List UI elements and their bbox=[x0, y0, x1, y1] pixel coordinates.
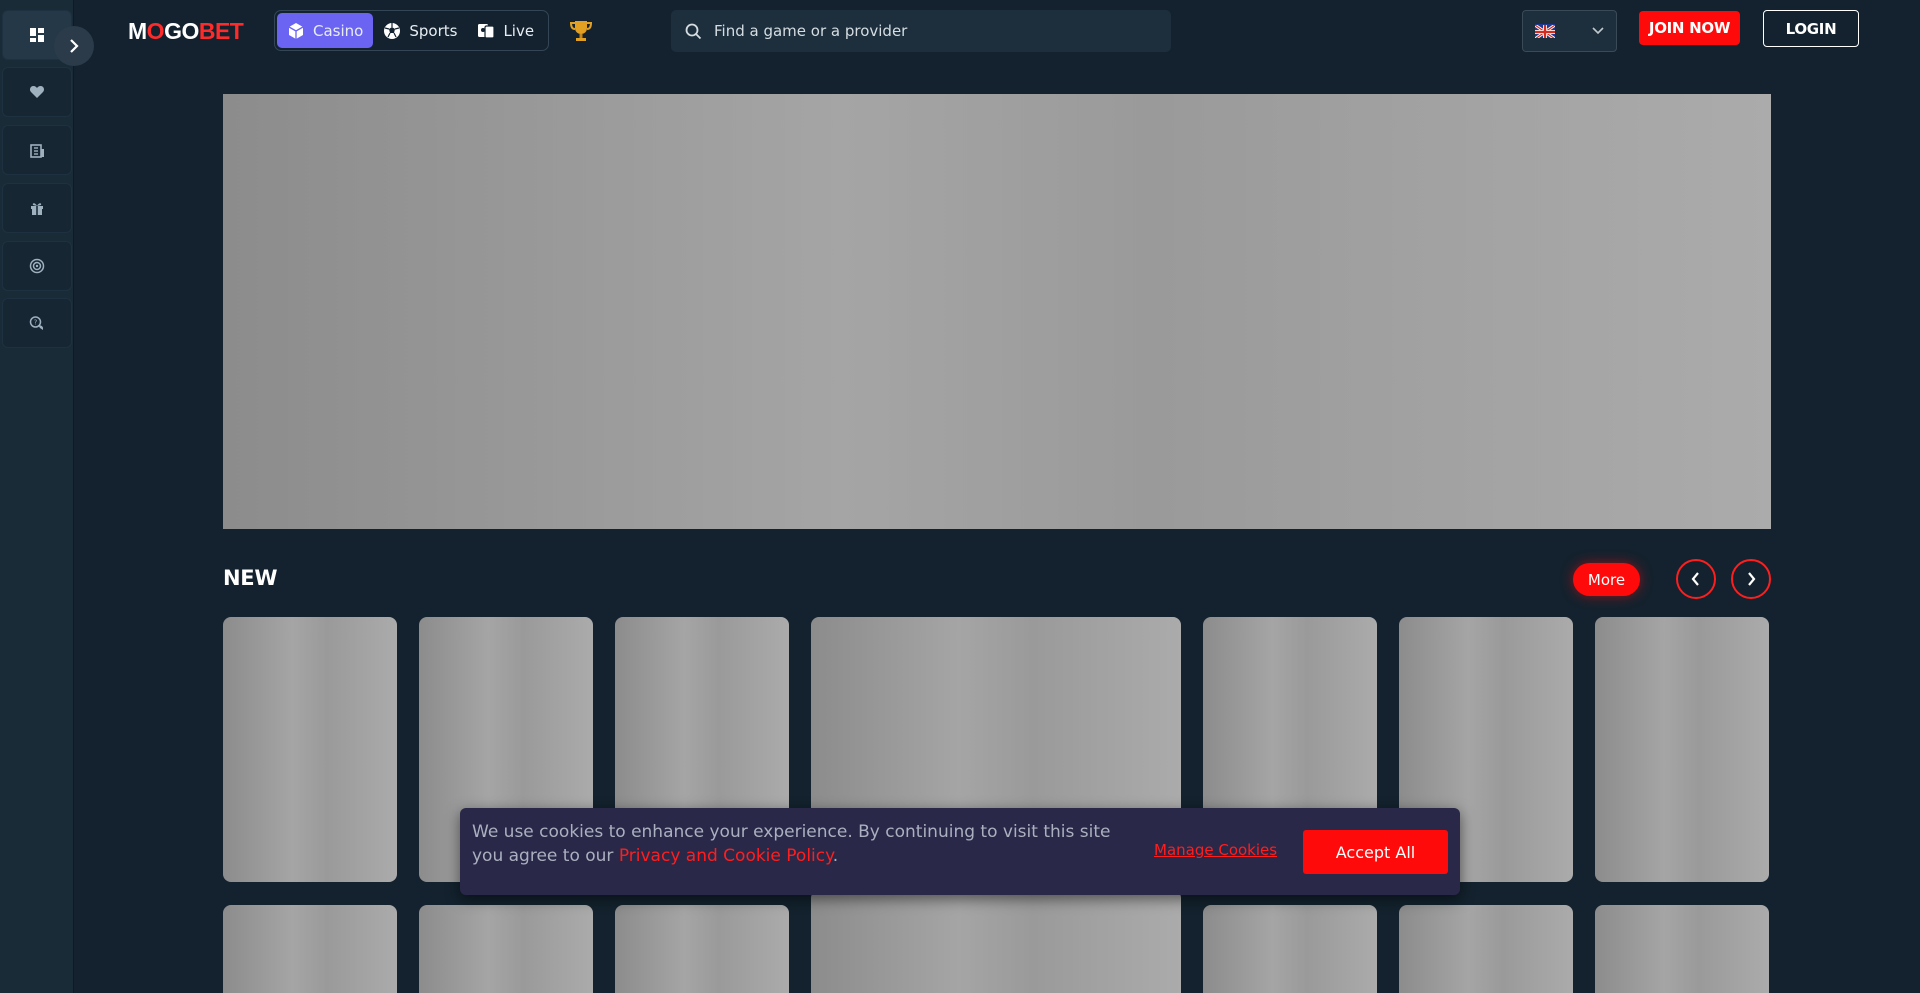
game-card[interactable] bbox=[1399, 905, 1573, 993]
dashboard-icon bbox=[30, 28, 44, 42]
cookie-message: We use cookies to enhance your experienc… bbox=[472, 820, 1132, 868]
sidebar-item-casino[interactable] bbox=[2, 125, 72, 175]
accept-all-button[interactable]: Accept All bbox=[1303, 830, 1448, 874]
privacy-policy-link[interactable]: Privacy and Cookie Policy bbox=[619, 846, 833, 866]
chevron-down-icon bbox=[1592, 27, 1604, 35]
sidebar-item-support[interactable]: ? bbox=[2, 298, 72, 348]
sidebar-item-favorites[interactable] bbox=[2, 67, 72, 117]
game-card[interactable] bbox=[1203, 905, 1377, 993]
cards-icon bbox=[478, 23, 496, 39]
sidebar-expand-button[interactable] bbox=[54, 26, 94, 66]
tab-sports[interactable]: Sports bbox=[373, 13, 467, 48]
section-title: NEW bbox=[223, 566, 278, 590]
carousel-prev-button[interactable] bbox=[1676, 559, 1716, 599]
game-card[interactable] bbox=[419, 905, 593, 993]
cookie-banner: We use cookies to enhance your experienc… bbox=[460, 808, 1460, 895]
tab-live-label: Live bbox=[503, 21, 535, 40]
uk-flag-icon bbox=[1535, 24, 1555, 38]
game-card[interactable] bbox=[811, 890, 1181, 993]
tab-casino-label: Casino bbox=[313, 21, 364, 40]
mode-tabs: Casino Sports Live bbox=[274, 10, 549, 51]
logo-part: BET bbox=[198, 17, 244, 44]
cookie-text-end: . bbox=[832, 846, 839, 866]
game-card[interactable] bbox=[1595, 905, 1769, 993]
login-button[interactable]: LOGIN bbox=[1763, 10, 1859, 47]
sidebar-item-promotions[interactable] bbox=[2, 183, 72, 233]
trophy-icon bbox=[569, 21, 593, 41]
game-card[interactable] bbox=[223, 617, 397, 882]
language-selector[interactable] bbox=[1522, 10, 1617, 52]
carousel-next-button[interactable] bbox=[1731, 559, 1771, 599]
sidebar: ? bbox=[0, 0, 74, 993]
tab-sports-label: Sports bbox=[409, 21, 458, 40]
tournaments-button[interactable] bbox=[568, 18, 594, 44]
soccer-ball-icon bbox=[384, 22, 401, 39]
logo-part: M bbox=[128, 17, 147, 44]
target-icon bbox=[29, 258, 45, 274]
chevron-right-icon bbox=[70, 39, 79, 53]
join-now-button[interactable]: JOIN NOW bbox=[1639, 11, 1740, 45]
more-button[interactable]: More bbox=[1573, 563, 1640, 596]
game-card[interactable] bbox=[1595, 617, 1769, 882]
game-card[interactable] bbox=[223, 905, 397, 993]
chevron-right-icon bbox=[1748, 572, 1756, 586]
gift-icon bbox=[31, 203, 43, 215]
cube-icon bbox=[288, 22, 304, 39]
game-card[interactable] bbox=[615, 905, 789, 993]
search-input[interactable] bbox=[714, 22, 1134, 40]
hero-banner-placeholder[interactable] bbox=[223, 94, 1771, 529]
building-icon bbox=[30, 144, 44, 158]
search-bar[interactable] bbox=[671, 10, 1171, 52]
logo-part: GO bbox=[164, 17, 199, 44]
logo-part: O bbox=[146, 17, 165, 44]
search-icon bbox=[685, 23, 702, 39]
svg-text:?: ? bbox=[34, 319, 38, 327]
manage-cookies-link[interactable]: Manage Cookies bbox=[1154, 841, 1277, 859]
chat-icon: ? bbox=[29, 316, 43, 330]
sidebar-item-tournaments[interactable] bbox=[2, 241, 72, 291]
tab-live[interactable]: Live bbox=[467, 13, 544, 48]
brand-logo[interactable]: M O GO BET bbox=[128, 17, 244, 44]
chevron-left-icon bbox=[1691, 572, 1699, 586]
heart-icon bbox=[29, 86, 45, 98]
tab-casino[interactable]: Casino bbox=[277, 13, 374, 48]
